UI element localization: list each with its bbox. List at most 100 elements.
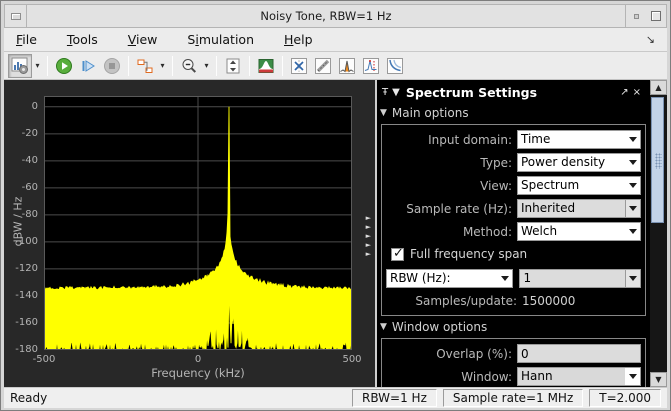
chevron-down-icon[interactable] <box>497 270 512 287</box>
window-controls <box>625 5 666 27</box>
scope-settings-button[interactable] <box>8 53 32 78</box>
samples-update-value: 1500000 <box>522 294 576 308</box>
method-combo[interactable]: Welch <box>517 222 641 241</box>
simulink-model-caret[interactable]: ▾ <box>158 61 167 70</box>
toolbar-separator <box>128 55 129 76</box>
splitter-arrow-icon: ► <box>365 241 371 249</box>
scope-settings-caret[interactable]: ▾ <box>33 61 42 70</box>
sample-rate-combo[interactable]: Inherited <box>517 199 641 218</box>
window-row: Window: Hann <box>386 365 641 387</box>
collapse-panel-icon[interactable]: ▼ <box>392 87 400 98</box>
run-button[interactable] <box>52 54 76 78</box>
window-menu-icon <box>10 12 21 20</box>
spectrum-analyzer-window: Noisy Tone, RBW=1 Hz File Tools View Sim… <box>0 0 671 411</box>
chevron-down-icon[interactable] <box>625 368 640 385</box>
spectral-mask-button[interactable] <box>383 54 407 78</box>
toolbar-separator <box>172 55 173 76</box>
scroll-up-button[interactable]: ▲ <box>650 80 667 95</box>
plot-axes[interactable] <box>43 96 353 352</box>
close-panel-icon[interactable]: × <box>633 87 641 98</box>
scroll-track[interactable] <box>650 95 667 372</box>
y-tick-label: -60 <box>21 181 38 193</box>
panel-content: Ŧ ▼ Spectrum Settings ↗ × ▼ Main options… <box>377 80 650 387</box>
step-forward-button[interactable] <box>76 54 100 78</box>
splitter-arrow-icon: ► <box>365 214 371 222</box>
y-tick-label: 0 <box>31 100 38 112</box>
splitter-arrow-icon: ► <box>365 250 371 258</box>
x-tick-label: -500 <box>32 354 56 365</box>
status-ready: Ready <box>10 391 48 405</box>
sample-rate-row: Sample rate (Hz): Inherited <box>386 197 641 220</box>
signal-statistics-icon <box>315 57 331 74</box>
distortion-measurements-icon <box>363 57 379 74</box>
type-combo[interactable]: Power density <box>517 153 641 172</box>
spectrum-figure: dBW / Hz Frequency (kHz) ► ► ► ► ► 0 -20-… <box>4 80 375 387</box>
y-tick-label: -20 <box>21 127 38 139</box>
title-bar: Noisy Tone, RBW=1 Hz <box>4 4 667 28</box>
window-menu-button[interactable] <box>5 5 27 27</box>
samples-update-row: Samples/update: 1500000 <box>386 291 641 311</box>
signal-statistics-button[interactable] <box>311 54 335 78</box>
distortion-measurements-button[interactable] <box>359 54 383 78</box>
cursor-measurements-button[interactable] <box>287 54 311 78</box>
toolbar-separator <box>249 55 250 76</box>
splitter-arrow-icon: ► <box>365 223 371 231</box>
undock-panel-icon[interactable]: ↗ <box>620 87 628 98</box>
zoom-out-caret[interactable]: ▾ <box>202 61 211 70</box>
overlap-input[interactable] <box>517 344 641 363</box>
menu-tools[interactable]: Tools <box>67 32 98 47</box>
window-options-group: Overlap (%): Window: Hann <box>381 338 646 387</box>
step-forward-icon <box>82 59 95 72</box>
menu-view[interactable]: View <box>128 32 158 47</box>
toolbar-separator <box>216 55 217 76</box>
main-area: dBW / Hz Frequency (kHz) ► ► ► ► ► 0 -20-… <box>4 80 667 387</box>
y-tick-label: -140 <box>15 289 38 301</box>
panel-splitter-arrows[interactable]: ► ► ► ► ► <box>366 214 371 258</box>
chevron-down-icon[interactable] <box>625 177 640 194</box>
stop-icon <box>104 57 120 74</box>
window-combo[interactable]: Hann <box>517 367 641 386</box>
menu-help[interactable]: Help <box>284 32 313 47</box>
fit-to-view-button[interactable] <box>221 54 245 78</box>
chevron-down-icon[interactable] <box>625 223 640 240</box>
scroll-thumb[interactable] <box>651 97 664 223</box>
chevron-down-icon[interactable] <box>625 200 640 217</box>
view-label: View: <box>480 178 512 193</box>
chevron-down-icon[interactable] <box>625 154 640 171</box>
menu-bar: File Tools View Simulation Help ↘ <box>4 28 667 52</box>
overlap-row: Overlap (%): <box>386 342 641 365</box>
full-frequency-span-checkbox[interactable] <box>391 246 404 261</box>
y-tick-label: -160 <box>15 316 38 328</box>
input-domain-combo[interactable]: Time <box>517 130 641 149</box>
peak-finder-button[interactable] <box>335 54 359 78</box>
y-tick-label: -100 <box>15 235 38 247</box>
status-bar: Ready RBW=1 Hz Sample rate=1 MHz T=2.000 <box>4 387 667 408</box>
menu-corner-arrow-icon: ↘ <box>645 33 655 46</box>
scroll-down-button[interactable]: ▼ <box>650 372 667 387</box>
x-tick-label: 500 <box>342 354 362 365</box>
rbw-selector-combo[interactable]: RBW (Hz): <box>386 268 514 288</box>
input-domain-row: Input domain: Time <box>386 128 641 151</box>
simulink-model-button[interactable] <box>133 54 157 78</box>
peak-finder-icon <box>339 57 355 74</box>
maximize-button[interactable] <box>646 5 666 27</box>
minimize-button[interactable] <box>626 5 646 27</box>
view-combo[interactable]: Spectrum <box>517 176 641 195</box>
section-window-options[interactable]: ▼ Window options <box>377 316 650 338</box>
status-rbw: RBW=1 Hz <box>352 389 437 407</box>
spectrogram-view-icon <box>258 58 274 73</box>
zoom-out-button[interactable] <box>177 54 201 78</box>
chevron-down-icon[interactable] <box>625 131 640 148</box>
stop-button[interactable] <box>100 54 124 78</box>
status-sample-rate: Sample rate=1 MHz <box>442 389 584 407</box>
spectrogram-view-button[interactable] <box>254 54 278 78</box>
menu-file[interactable]: File <box>16 32 37 47</box>
spectrum-settings-panel: Ŧ ▼ Spectrum Settings ↗ × ▼ Main options… <box>375 80 667 387</box>
chevron-down-icon[interactable] <box>625 269 640 287</box>
pin-panel-icon[interactable]: Ŧ <box>382 87 388 98</box>
section-main-options[interactable]: ▼ Main options <box>377 102 650 124</box>
full-frequency-span-label: Full frequency span <box>410 247 528 261</box>
menu-simulation[interactable]: Simulation <box>187 32 254 47</box>
toolbar-separator <box>47 55 48 76</box>
rbw-value-combo[interactable]: 1 <box>519 268 641 288</box>
